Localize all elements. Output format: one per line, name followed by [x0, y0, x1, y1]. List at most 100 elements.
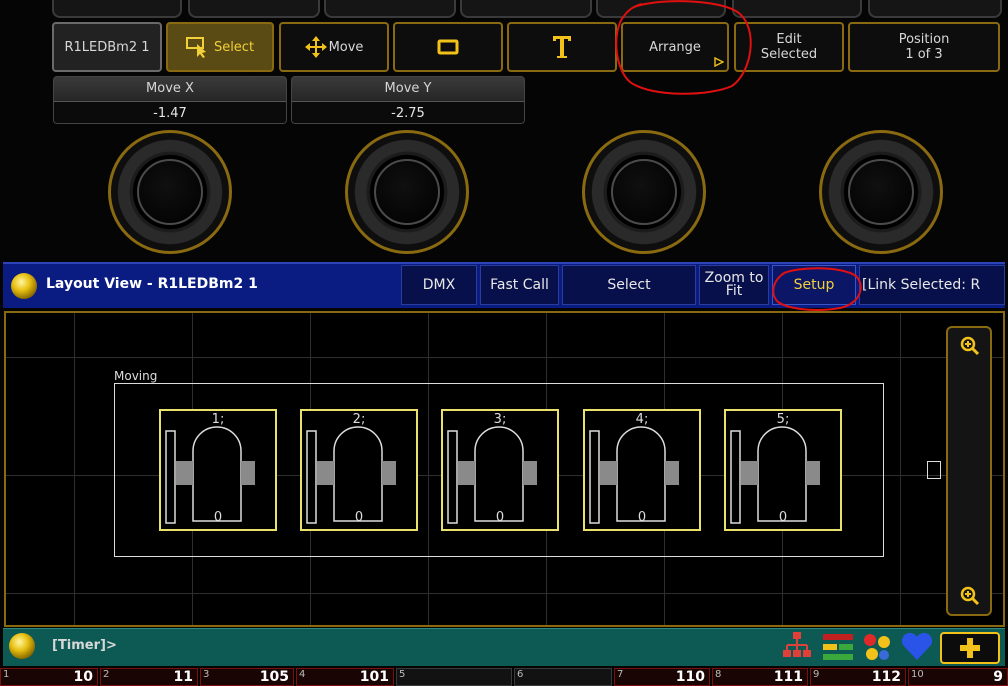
executor-number: 7 [617, 669, 624, 680]
position-label: Position 1 of 3 [898, 32, 950, 62]
move-tool-button[interactable]: Move [279, 22, 389, 72]
dmx-label: DMX [422, 276, 456, 293]
zoom-to-fit-button[interactable]: Zoom to Fit [699, 265, 769, 305]
executor-value: 9 [993, 669, 1003, 685]
executor-number: 10 [911, 669, 924, 680]
executor-8[interactable]: 8 111 [712, 668, 808, 686]
heart-icon[interactable] [900, 632, 934, 662]
move-tool-label: Move [328, 39, 364, 55]
top-strip-button[interactable] [188, 0, 320, 18]
top-strip-button[interactable] [868, 0, 1002, 18]
executor-value: 105 [259, 669, 289, 685]
knob-center [137, 159, 203, 225]
command-line-text: [Timer]> [52, 638, 117, 653]
fixture-symbol-4[interactable]: 4; 0 [583, 409, 701, 531]
encoder-move-x[interactable]: Move X -1.47 [53, 76, 287, 124]
dots-icon[interactable] [862, 632, 892, 662]
top-strip-button[interactable] [460, 0, 592, 18]
grid-line [6, 357, 1003, 358]
layout-element-square[interactable] [927, 461, 941, 479]
grid-line [900, 313, 901, 625]
executor-number: 5 [399, 669, 406, 680]
fast-call-label: Fast Call [490, 276, 549, 293]
grid-line [6, 593, 1003, 594]
edit-selected-label: Edit Selected [760, 32, 818, 62]
encoder-value: -2.75 [292, 101, 524, 123]
status-ball-icon[interactable] [10, 272, 38, 300]
encoder-knob-3[interactable] [582, 130, 706, 254]
executor-number: 6 [517, 669, 524, 680]
annotation-circle-setup [772, 267, 862, 311]
executor-3[interactable]: 3 105 [200, 668, 294, 686]
select-tool-label: Select [213, 39, 255, 55]
encoder-label: Move Y [292, 77, 524, 101]
fixture-symbol-2[interactable]: 2; 0 [300, 409, 418, 531]
encoder-knob-4[interactable] [819, 130, 943, 254]
knob-center [611, 159, 677, 225]
zoom-out-icon[interactable] [960, 586, 980, 606]
zoom-to-fit-label: Zoom to Fit [704, 270, 764, 299]
executor-number: 4 [299, 669, 306, 680]
layout-canvas[interactable]: Moving 1; 0 2; 0 3; 0 4; 0 5; 0 [4, 311, 1005, 627]
position-button[interactable]: Position 1 of 3 [848, 22, 1000, 72]
executor-2[interactable]: 2 11 [100, 668, 198, 686]
executor-4[interactable]: 4 101 [296, 668, 394, 686]
executor-5[interactable]: 5 [396, 668, 512, 686]
top-strip-button[interactable] [324, 0, 456, 18]
fixture-value: 0 [213, 510, 223, 525]
encoder-knob-2[interactable] [345, 130, 469, 254]
executor-6[interactable]: 6 [514, 668, 612, 686]
executor-number: 8 [715, 669, 722, 680]
fixture-symbol-3[interactable]: 3; 0 [441, 409, 559, 531]
fast-call-button[interactable]: Fast Call [480, 265, 559, 305]
fixture-select-button[interactable]: R1LEDBm2 1 [52, 22, 162, 72]
link-selected-button[interactable]: [Link Selected: R [859, 265, 1005, 305]
encoder-move-y[interactable]: Move Y -2.75 [291, 76, 525, 124]
text-tool-button[interactable] [507, 22, 617, 72]
rectangle-icon [437, 39, 459, 55]
knob-center [374, 159, 440, 225]
encoder-knob-1[interactable] [108, 130, 232, 254]
select-tool-button[interactable]: Select [166, 22, 274, 72]
command-line-bar[interactable] [3, 628, 1005, 666]
encoder-label: Move X [54, 77, 286, 101]
text-icon [553, 36, 571, 58]
fixture-symbol-5[interactable]: 5; 0 [724, 409, 842, 531]
network-icon[interactable] [782, 630, 812, 664]
executor-7[interactable]: 7 110 [614, 668, 710, 686]
fixture-value: 0 [637, 510, 647, 525]
executor-number: 3 [203, 669, 210, 680]
plus-icon [960, 638, 980, 658]
dmx-button[interactable]: DMX [401, 265, 477, 305]
executor-value: 11 [173, 669, 193, 685]
dmx-icon[interactable] [822, 632, 854, 662]
fixture-symbol-1[interactable]: 1; 0 [159, 409, 277, 531]
fixture-value: 0 [354, 510, 364, 525]
grid-line [74, 313, 75, 625]
top-strip-button[interactable] [52, 0, 182, 18]
status-ball-icon[interactable] [8, 632, 36, 660]
group-moving-label: Moving [114, 369, 158, 383]
executor-9[interactable]: 9 112 [810, 668, 906, 686]
executor-10[interactable]: 10 9 [908, 668, 1008, 686]
executor-value: 10 [73, 669, 93, 685]
select-mode-label: Select [607, 276, 651, 293]
executor-number: 2 [103, 669, 110, 680]
rectangle-tool-button[interactable] [393, 22, 503, 72]
add-button[interactable] [940, 632, 1000, 664]
knob-center [848, 159, 914, 225]
select-mode-button[interactable]: Select [562, 265, 696, 305]
encoder-value: -1.47 [54, 101, 286, 123]
executor-value: 112 [871, 669, 901, 685]
executor-1[interactable]: 1 10 [0, 668, 98, 686]
zoom-sidebar[interactable] [946, 326, 992, 616]
zoom-in-icon[interactable] [960, 336, 980, 356]
executor-value: 101 [359, 669, 389, 685]
executor-number: 1 [3, 669, 10, 680]
executor-number: 9 [813, 669, 820, 680]
annotation-circle-arrange [615, 0, 752, 95]
fixture-value: 0 [778, 510, 788, 525]
select-cursor-icon [185, 37, 206, 58]
fixture-label: R1LEDBm2 1 [64, 39, 150, 55]
link-selected-label: [Link Selected: R [862, 276, 981, 293]
